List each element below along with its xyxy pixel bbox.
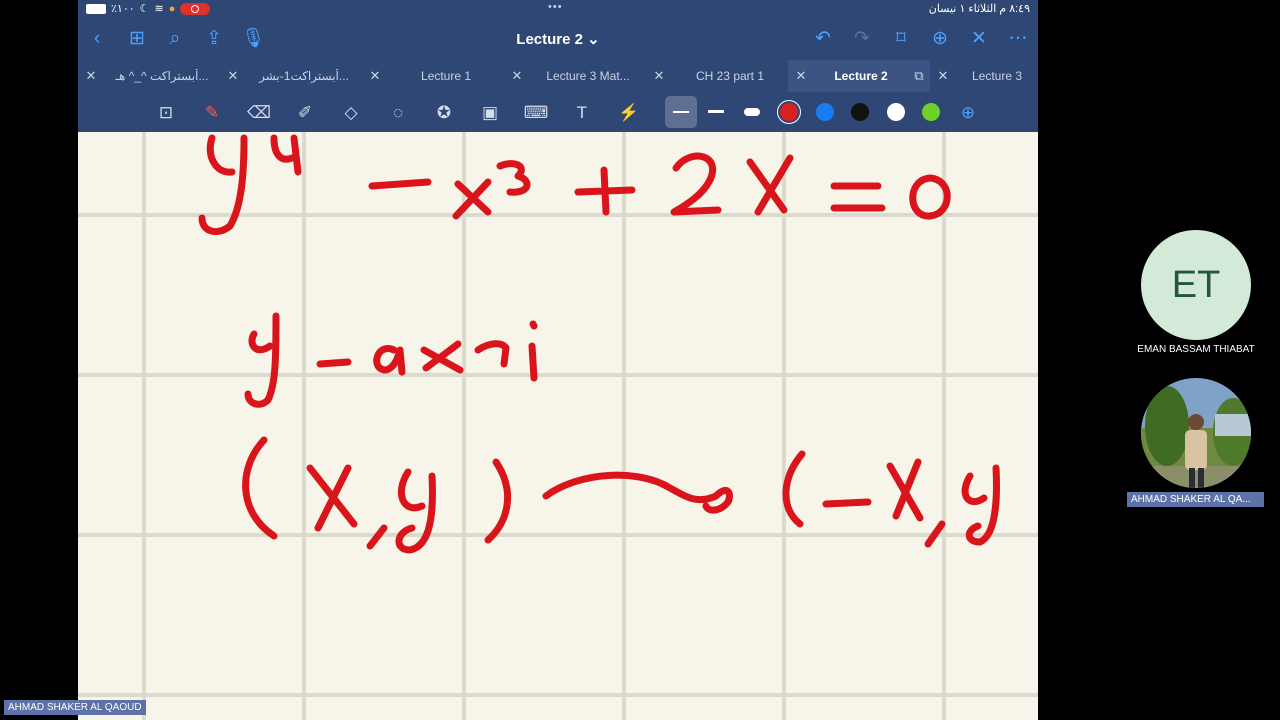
- tab-label: CH 23 part 1: [695, 69, 765, 83]
- laser-pointer-icon[interactable]: ⚡: [616, 100, 642, 126]
- participant-tile-ahmad[interactable]: AHMAD SHAKER AL QA...: [1127, 378, 1264, 507]
- ink-comma2: [924, 520, 946, 548]
- ink-y4: [961, 464, 1000, 546]
- ink-x4: [306, 464, 358, 532]
- tab-abstract-2[interactable]: ✕ أبستراكت1-بشر...: [220, 60, 362, 92]
- participant-name: EMAN BASSAM THIABAT: [1137, 344, 1255, 355]
- ink-dash: [316, 358, 352, 368]
- tab-label: أبستراكت ^_^ هـ...: [115, 69, 209, 83]
- bookmark-icon[interactable]: ⌑: [888, 26, 914, 52]
- tab-bar: ✕ أبستراكت ^_^ هـ... ✕ أبستراكت1-بشر... …: [78, 60, 1038, 92]
- eraser-icon[interactable]: ⌫: [246, 100, 272, 126]
- screen-record-icon[interactable]: [180, 2, 211, 15]
- status-time: ٨:٤٩ م الثلاثاء ١ نيسان: [928, 3, 1030, 15]
- undo-icon[interactable]: ↶: [810, 26, 836, 52]
- text-icon[interactable]: T: [569, 100, 595, 126]
- ink-y2: [244, 312, 280, 408]
- stroke-medium-button[interactable]: [700, 96, 732, 128]
- add-color-icon[interactable]: ⊕: [955, 100, 981, 126]
- color-red-swatch[interactable]: [780, 103, 798, 121]
- ink-x5: [886, 458, 924, 522]
- ink-x2: [420, 340, 464, 374]
- highlighter-icon[interactable]: ✐: [292, 100, 318, 126]
- ink-comma: [366, 524, 388, 550]
- ink-x: [452, 178, 492, 220]
- split-view-icon[interactable]: ⧉: [908, 68, 930, 84]
- tab-close-icon[interactable]: ✕: [788, 68, 814, 84]
- multitasking-dots-icon[interactable]: •••: [548, 1, 563, 13]
- tab-ch23-part1[interactable]: ✕ CH 23 part 1: [646, 60, 788, 92]
- tab-label: Lecture 1: [420, 69, 472, 83]
- ink-minus: [368, 178, 432, 190]
- ink-exponent-3: [496, 160, 531, 196]
- handwritten-ink: [198, 134, 1000, 554]
- ink-minus2: [822, 498, 872, 508]
- ink-plus: [574, 166, 636, 216]
- ink-y: [198, 134, 248, 236]
- color-white-swatch[interactable]: [887, 103, 905, 121]
- ink-zero: [909, 174, 951, 220]
- ink-two: [670, 152, 722, 216]
- drawing-toolbar: ⊡ ✎ ⌫ ✐ ◇ ◌ ✪ ▣ ⌨ T ⚡ ⊕: [78, 92, 1038, 132]
- ink-right-paren: [484, 458, 512, 544]
- color-black-swatch[interactable]: [851, 103, 869, 121]
- tab-close-icon[interactable]: ✕: [930, 68, 956, 84]
- tab-close-icon[interactable]: ✕: [362, 68, 388, 84]
- shapes-icon[interactable]: ◇: [338, 100, 364, 126]
- ink-y3: [395, 468, 436, 554]
- redo-icon[interactable]: ↷: [849, 26, 875, 52]
- status-bar: ٪١٠٠ ☾ ≋ ● ••• ٨:٤٩ م الثلاثاء ١ نيسان: [78, 0, 1038, 18]
- orange-dot-icon: ●: [168, 2, 176, 15]
- close-icon[interactable]: ✕: [966, 26, 992, 52]
- active-speaker-name: AHMAD SHAKER AL QAOUD: [4, 700, 146, 715]
- image-icon[interactable]: ▣: [477, 100, 503, 126]
- ink-big-x: [746, 154, 794, 216]
- sticker-icon[interactable]: ✪: [431, 100, 457, 126]
- tab-close-icon[interactable]: ✕: [78, 68, 104, 84]
- participant-tile-et[interactable]: ET EMAN BASSAM THIABAT: [1137, 230, 1261, 355]
- tab-lecture-1[interactable]: ✕ Lecture 1: [362, 60, 504, 92]
- lasso-icon[interactable]: ◌: [385, 100, 411, 126]
- moon-icon: ☾: [139, 3, 150, 15]
- ink-arrow: [542, 471, 733, 514]
- tab-label: Lecture 3 Mat...: [546, 69, 630, 83]
- battery-text: ٪١٠٠: [111, 3, 135, 15]
- stroke-thick-button[interactable]: [736, 96, 768, 128]
- ink-i: [528, 320, 538, 382]
- ink-left-paren2: [782, 450, 806, 528]
- tab-lecture-3-mat[interactable]: ✕ Lecture 3 Mat...: [504, 60, 646, 92]
- pen-icon[interactable]: ✎: [199, 100, 225, 126]
- tab-lecture-2[interactable]: ✕ Lecture 2 ⧉: [788, 60, 930, 92]
- more-icon[interactable]: ⋯: [1005, 26, 1031, 52]
- note-canvas[interactable]: [78, 132, 1038, 720]
- add-page-icon[interactable]: ⊕: [927, 26, 953, 52]
- avatar-photo: [1141, 378, 1251, 488]
- zoom-window-icon[interactable]: ⊡: [153, 100, 179, 126]
- ink-equals: [830, 182, 886, 212]
- tab-close-icon[interactable]: ✕: [504, 68, 530, 84]
- avatar-initials: ET: [1141, 230, 1251, 340]
- battery-icon: [86, 3, 106, 14]
- keyboard-icon[interactable]: ⌨: [523, 100, 549, 126]
- tab-abstract-1[interactable]: ✕ أبستراكت ^_^ هـ...: [78, 60, 220, 92]
- color-green-swatch[interactable]: [922, 103, 940, 121]
- stroke-thin-button[interactable]: [665, 96, 697, 128]
- wifi-icon: ≋: [154, 3, 164, 15]
- tab-label: أبستراكت1-بشر...: [259, 69, 349, 83]
- tab-label: Lecture 2: [834, 69, 888, 83]
- ink-left-paren: [242, 436, 278, 540]
- tab-lecture-3[interactable]: ✕ Lecture 3: [930, 60, 1038, 92]
- tab-close-icon[interactable]: ✕: [220, 68, 246, 84]
- ink-exponent-4: [270, 134, 302, 176]
- navigation-bar: ‹ ⊞ ⌕ ⇪ 🎙︎ Lecture 2 ⌄ ↶ ↷ ⌑ ⊕ ✕ ⋯: [78, 18, 1038, 60]
- shared-screen: ٪١٠٠ ☾ ≋ ● ••• ٨:٤٩ م الثلاثاء ١ نيسان ‹…: [78, 0, 1038, 720]
- ink-a: [373, 345, 406, 376]
- tab-close-icon[interactable]: ✕: [646, 68, 672, 84]
- ink-x3: [474, 340, 510, 368]
- tab-label: Lecture 3: [971, 69, 1023, 83]
- participant-name: AHMAD SHAKER AL QA...: [1127, 492, 1264, 507]
- color-blue-swatch[interactable]: [816, 103, 834, 121]
